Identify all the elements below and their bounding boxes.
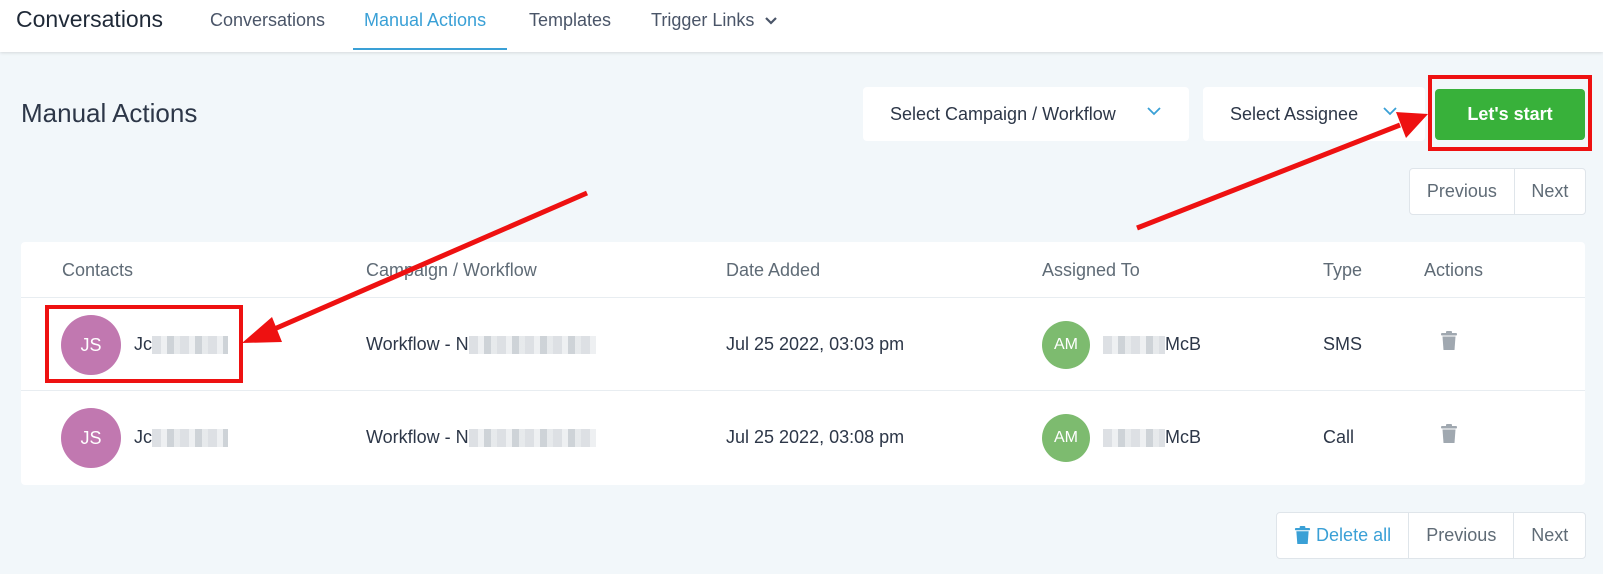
active-tab-indicator [353, 48, 507, 50]
workflow-name-text: Workflow - N [366, 427, 469, 447]
assignee-name-text: McB [1165, 334, 1201, 354]
assignee-select-label: Select Assignee [1230, 103, 1359, 124]
column-header-campaign-workflow: Campaign / Workflow [366, 260, 537, 280]
assignee-select[interactable]: Select Assignee [1203, 87, 1425, 141]
campaign-workflow-select[interactable]: Select Campaign / Workflow [863, 87, 1189, 141]
table-row[interactable]: JS Jc Workflow - N Jul 25 2022, 03:08 pm… [21, 391, 1585, 484]
lets-start-button[interactable]: Let's start [1435, 89, 1585, 140]
column-header-type: Type [1323, 260, 1363, 280]
delete-all-button[interactable]: Delete all [1277, 513, 1410, 558]
contact-name-text: Jc [134, 334, 152, 354]
action-type: SMS [1323, 334, 1363, 354]
page-title: Manual Actions [21, 98, 198, 128]
trash-icon [1294, 526, 1311, 544]
column-header-contacts: Contacts [62, 260, 134, 280]
tab-manual-actions[interactable]: Manual Actions [364, 10, 486, 50]
previous-page-button[interactable]: Previous [1410, 169, 1515, 214]
trash-icon[interactable] [1440, 424, 1458, 444]
previous-page-button[interactable]: Previous [1409, 513, 1515, 558]
manual-actions-table: Contacts Campaign / Workflow Date Added … [21, 242, 1585, 485]
delete-all-label: Delete all [1316, 525, 1392, 545]
tab-trigger-links-label: Trigger Links [651, 10, 755, 30]
pagination-bottom: Delete all Previous Next [1276, 512, 1586, 559]
date-added: Jul 25 2022, 03:03 pm [726, 334, 905, 354]
redacted-text [152, 429, 228, 448]
next-page-button[interactable]: Next [1515, 169, 1585, 214]
tab-conversations[interactable]: Conversations [210, 10, 325, 50]
assignee-name: McB [1103, 334, 1201, 355]
column-header-assigned-to: Assigned To [1042, 260, 1140, 280]
assignee-name: McB [1103, 427, 1201, 448]
action-type: Call [1323, 427, 1355, 447]
workflow-name[interactable]: Workflow - N [366, 334, 596, 355]
redacted-text [152, 336, 228, 355]
app-title: Conversations [16, 6, 164, 32]
contact-name[interactable]: Jc [134, 334, 228, 355]
redacted-text [1103, 429, 1165, 448]
trash-icon[interactable] [1440, 331, 1458, 351]
assignee-name-text: McB [1165, 427, 1201, 447]
column-header-date-added: Date Added [726, 260, 821, 280]
top-nav-bar: Conversations Conversations Manual Actio… [0, 0, 1603, 52]
redacted-text [468, 336, 596, 355]
table-row[interactable]: JS Jc Workflow - N Jul 25 2022, 03:03 pm… [21, 298, 1585, 391]
chevron-down-icon [1147, 107, 1161, 116]
next-page-button[interactable]: Next [1514, 513, 1585, 558]
workflow-name-text: Workflow - N [366, 334, 469, 354]
tab-templates[interactable]: Templates [529, 10, 611, 50]
tab-trigger-links[interactable]: Trigger Links [651, 10, 778, 50]
contact-avatar: JS [61, 315, 121, 375]
date-added: Jul 25 2022, 03:08 pm [726, 427, 905, 447]
assignee-avatar: AM [1042, 321, 1090, 369]
redacted-text [468, 429, 596, 448]
chevron-down-icon [1383, 107, 1397, 116]
chevron-down-icon [765, 17, 778, 25]
contact-name-text: Jc [134, 427, 152, 447]
assignee-avatar: AM [1042, 414, 1090, 462]
workflow-name[interactable]: Workflow - N [366, 427, 596, 448]
contact-avatar: JS [61, 408, 121, 468]
campaign-workflow-select-label: Select Campaign / Workflow [890, 103, 1116, 124]
contact-name[interactable]: Jc [134, 427, 228, 448]
column-header-actions: Actions [1424, 260, 1484, 280]
redacted-text [1103, 336, 1165, 355]
pagination-top: Previous Next [1409, 168, 1586, 215]
